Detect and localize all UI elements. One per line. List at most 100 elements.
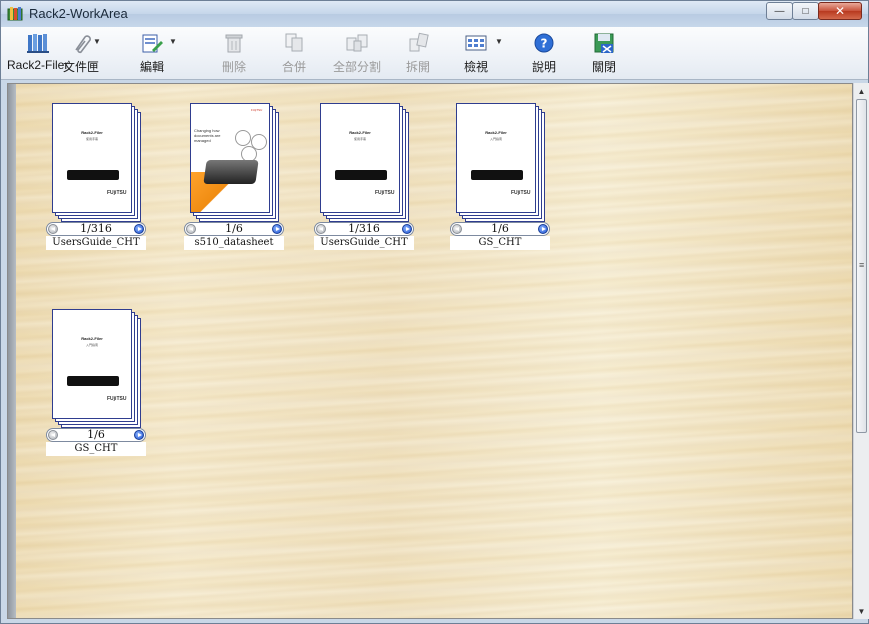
paperclip-icon bbox=[68, 31, 94, 55]
split-all-button[interactable]: 全部分割 bbox=[333, 31, 381, 75]
page-counter: 1/316 bbox=[348, 222, 380, 235]
dropdown-arrow-icon: ▼ bbox=[169, 37, 177, 46]
edit-button[interactable]: ▼ 編輯 bbox=[139, 31, 177, 75]
cover-title: Changing how documents are managed bbox=[194, 128, 221, 143]
page-navigator: 1/6 bbox=[450, 222, 550, 236]
unbind-icon bbox=[405, 31, 431, 55]
page-counter: 1/6 bbox=[225, 222, 243, 235]
vertical-scrollbar[interactable]: ▲ ≡ ▼ bbox=[853, 83, 869, 619]
document-cover: Rack2-Filer 入門指南 FUjiTSU bbox=[52, 309, 132, 419]
page-counter: 1/6 bbox=[491, 222, 509, 235]
cover-title: Rack2-Filer bbox=[81, 336, 103, 341]
svg-text:?: ? bbox=[541, 37, 548, 51]
document-item[interactable]: Rack2-Filer 入門指南 FUjiTSU 1/6 GS_CHT bbox=[450, 103, 550, 254]
toolbar-label: 說明 bbox=[531, 60, 556, 74]
page-navigator: 1/6 bbox=[46, 428, 146, 442]
close-app-icon bbox=[591, 31, 617, 55]
rack2-workarea-window: Rack2-WorkArea — □ ✕ Rack2-Filer ▼ 文件匣 ▼… bbox=[0, 0, 869, 624]
window-controls: — □ ✕ bbox=[766, 2, 862, 20]
toolbar-label: 全部分割 bbox=[333, 60, 382, 74]
cover-banner bbox=[471, 170, 523, 180]
close-app-button[interactable]: 關閉 bbox=[591, 31, 617, 75]
fujitsu-logo: FUjiTSU bbox=[107, 396, 127, 402]
delete-button[interactable]: 刪除 bbox=[221, 31, 247, 75]
cover-banner bbox=[335, 170, 387, 180]
unbind-button[interactable]: 拆開 bbox=[405, 31, 431, 75]
document-name[interactable]: UsersGuide_CHT bbox=[46, 236, 146, 250]
rack2-app-icon bbox=[7, 7, 23, 21]
work-area[interactable]: Rack2-Filer 使用手冊 FUjiTSU 1/316 UsersGuid… bbox=[7, 83, 853, 619]
close-window-button[interactable]: ✕ bbox=[818, 2, 862, 20]
toolbar-label: Rack2-Filer bbox=[7, 58, 69, 72]
scrollbar-thumb[interactable]: ≡ bbox=[856, 99, 867, 433]
dropdown-arrow-icon: ▼ bbox=[93, 37, 101, 46]
rack2-filer-button[interactable]: Rack2-Filer bbox=[7, 31, 68, 72]
maximize-button[interactable]: □ bbox=[792, 2, 819, 20]
scroll-up-arrow-icon[interactable]: ▲ bbox=[854, 83, 869, 99]
merge-button[interactable]: 合併 bbox=[281, 31, 307, 75]
cover-title: Rack2-Filer bbox=[349, 130, 371, 135]
document-name[interactable]: s510_datasheet bbox=[184, 236, 284, 250]
trash-icon bbox=[221, 31, 247, 55]
split-all-icon bbox=[344, 31, 370, 55]
document-name[interactable]: GS_CHT bbox=[450, 236, 550, 250]
fujitsu-logo: FUjiTSU bbox=[511, 190, 531, 196]
document-item[interactable]: FUjiTSU Changing how documents are manag… bbox=[184, 103, 284, 254]
next-page-button[interactable] bbox=[538, 224, 548, 234]
merge-icon bbox=[281, 31, 307, 55]
edit-document-icon bbox=[139, 31, 165, 55]
cover-subtitle: 入門指南 bbox=[489, 137, 502, 141]
minimize-icon: — bbox=[774, 5, 785, 17]
fujitsu-logo: FUjiTSU bbox=[251, 108, 263, 112]
help-icon: ? bbox=[531, 31, 557, 55]
page-counter: 1/6 bbox=[87, 428, 105, 441]
toolbar-label: 關閉 bbox=[591, 60, 616, 74]
next-page-button[interactable] bbox=[402, 224, 412, 234]
page-counter: 1/316 bbox=[80, 222, 112, 235]
cover-title: Rack2-Filer bbox=[81, 130, 103, 135]
toolbar-label: 檢視 bbox=[463, 60, 488, 74]
dropdown-arrow-icon: ▼ bbox=[495, 37, 503, 46]
work-area-left-edge bbox=[8, 84, 16, 618]
scanner-image bbox=[203, 160, 259, 184]
next-page-button[interactable] bbox=[134, 430, 144, 440]
cover-subtitle: 入門指南 bbox=[85, 343, 98, 347]
fujitsu-logo: FUjiTSU bbox=[107, 190, 127, 196]
view-button[interactable]: ▼ 檢視 bbox=[463, 31, 503, 75]
toolbar-label: 刪除 bbox=[221, 60, 246, 74]
document-cover: Rack2-Filer 使用手冊 FUjiTSU bbox=[320, 103, 400, 213]
document-cover: Rack2-Filer 入門指南 FUjiTSU bbox=[456, 103, 536, 213]
toolbar: Rack2-Filer ▼ 文件匣 ▼ 編輯 刪除 合併 全部分割 拆開 ▼ 檢… bbox=[1, 27, 868, 80]
document-cover: FUjiTSU Changing how documents are manag… bbox=[190, 103, 270, 213]
page-navigator: 1/316 bbox=[46, 222, 146, 236]
document-name[interactable]: GS_CHT bbox=[46, 442, 146, 456]
toolbar-label: 編輯 bbox=[139, 60, 164, 74]
document-name[interactable]: UsersGuide_CHT bbox=[314, 236, 414, 250]
window-title: Rack2-WorkArea bbox=[29, 6, 128, 21]
document-item[interactable]: Rack2-Filer 使用手冊 FUjiTSU 1/316 UsersGuid… bbox=[46, 103, 146, 254]
fujitsu-logo: FUjiTSU bbox=[375, 190, 395, 196]
cover-banner bbox=[67, 376, 119, 386]
cover-title: Rack2-Filer bbox=[485, 130, 507, 135]
maximize-icon: □ bbox=[802, 5, 809, 17]
page-navigator: 1/316 bbox=[314, 222, 414, 236]
bookshelf-icon bbox=[25, 31, 51, 55]
scroll-grip-icon: ≡ bbox=[859, 260, 865, 270]
cover-subtitle: 使用手冊 bbox=[353, 137, 366, 141]
document-item[interactable]: Rack2-Filer 入門指南 FUjiTSU 1/6 GS_CHT bbox=[46, 309, 146, 460]
cover-subtitle: 使用手冊 bbox=[85, 137, 98, 141]
toolbar-label: 文件匣 bbox=[63, 60, 100, 74]
toolbar-label: 拆開 bbox=[405, 60, 430, 74]
close-icon: ✕ bbox=[834, 4, 846, 18]
view-grid-icon bbox=[463, 31, 489, 55]
document-item[interactable]: Rack2-Filer 使用手冊 FUjiTSU 1/316 UsersGuid… bbox=[314, 103, 414, 254]
next-page-button[interactable] bbox=[134, 224, 144, 234]
toolbar-label: 合併 bbox=[281, 60, 306, 74]
clip-button[interactable]: ▼ 文件匣 bbox=[63, 31, 101, 75]
cover-banner bbox=[67, 170, 119, 180]
next-page-button[interactable] bbox=[272, 224, 282, 234]
minimize-button[interactable]: — bbox=[766, 2, 793, 20]
help-button[interactable]: ? 說明 bbox=[531, 31, 557, 75]
title-bar[interactable]: Rack2-WorkArea — □ ✕ bbox=[1, 1, 868, 27]
scroll-down-arrow-icon[interactable]: ▼ bbox=[854, 603, 869, 619]
